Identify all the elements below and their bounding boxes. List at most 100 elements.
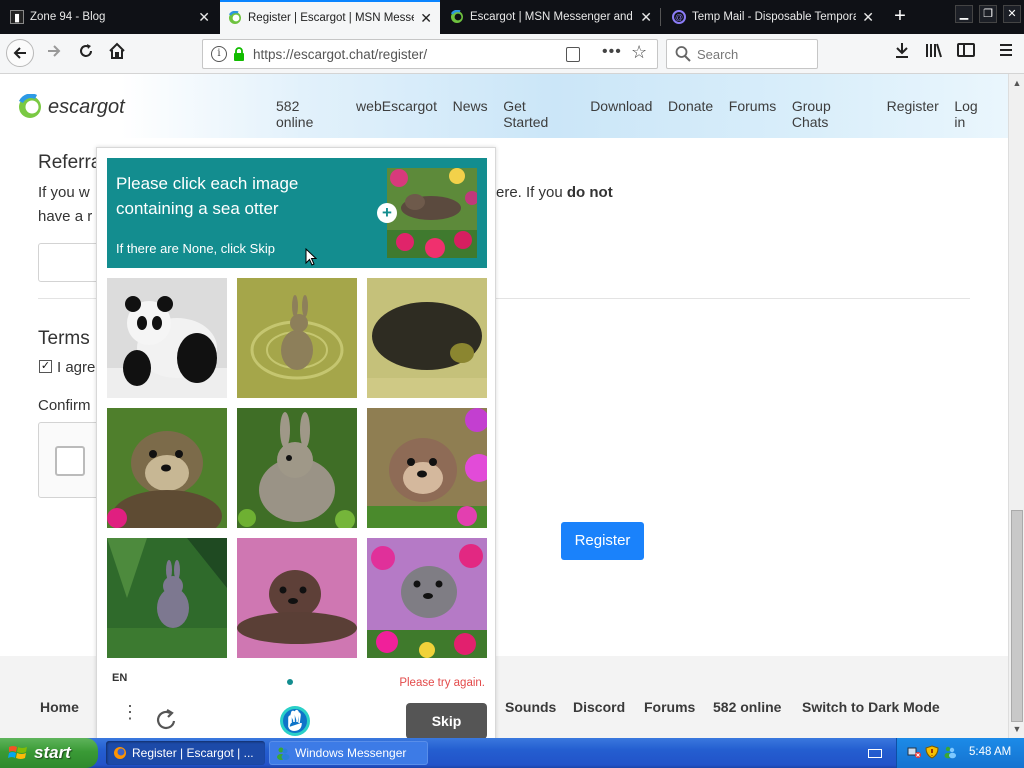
scroll-thumb[interactable] — [1011, 510, 1023, 722]
tab-close-icon[interactable]: ✕ — [198, 9, 210, 26]
footer-home-link[interactable]: Home — [40, 699, 79, 715]
scroll-down-icon[interactable]: ▼ — [1010, 722, 1024, 736]
network-warning-icon[interactable] — [907, 745, 921, 759]
referral-text-right-prefix: ere. If you — [496, 184, 567, 201]
url-bar[interactable]: i https://escargot.chat/register/ ••• ☆ — [202, 39, 658, 69]
footer-discord-link[interactable]: Discord — [573, 699, 625, 715]
terms-heading: Terms — [38, 328, 90, 349]
nav-get-started[interactable]: Get Started — [503, 98, 574, 130]
tab-close-icon[interactable]: ✕ — [420, 10, 432, 27]
bookmark-star-icon[interactable]: ☆ — [631, 42, 647, 63]
library-button[interactable] — [922, 42, 946, 66]
footer-online-count[interactable]: 582 online — [713, 699, 781, 715]
captcha-progress-dot — [287, 679, 293, 685]
referral-heading: Referra — [38, 152, 102, 173]
menu-button[interactable] — [994, 42, 1018, 66]
referral-text-right: ere. If you do not — [496, 184, 613, 201]
nav-register[interactable]: Register — [887, 98, 939, 130]
captcha-header: Please click each image containing a sea… — [107, 158, 487, 268]
tab-zone94-blog[interactable]: ▮ Zone 94 - Blog ✕ — [2, 2, 218, 32]
sidebar-button[interactable] — [954, 42, 978, 66]
captcha-tile-8[interactable] — [237, 538, 357, 658]
captcha-example-image[interactable] — [387, 168, 477, 258]
captcha-image-grid — [107, 278, 487, 658]
expand-example-icon[interactable]: + — [377, 203, 397, 223]
captcha-refresh-icon[interactable] — [155, 708, 179, 732]
minimize-window-button[interactable]: ▁ — [955, 5, 973, 23]
taskbar-item-firefox[interactable]: Register | Escargot | ... — [106, 741, 265, 765]
forward-arrow-icon — [48, 45, 61, 57]
page-scrollbar[interactable]: ▲ ▼ — [1008, 74, 1024, 738]
nav-log-in[interactable]: Log in — [954, 98, 992, 130]
taskbar-item-windows-messenger[interactable]: Windows Messenger — [269, 741, 428, 765]
download-icon — [896, 43, 908, 58]
start-button[interactable]: start — [0, 738, 98, 768]
escargot-favicon-icon — [450, 10, 464, 24]
keyboard-layout-icon[interactable] — [868, 749, 882, 758]
security-shield-icon[interactable] — [925, 745, 939, 759]
tab-title: Register | Escargot | MSN Messenger — [248, 12, 414, 24]
hamburger-menu-icon — [1000, 44, 1012, 56]
captcha-tile-9[interactable] — [367, 538, 487, 658]
home-button[interactable] — [105, 42, 129, 66]
captcha-tile-1[interactable] — [107, 278, 227, 398]
tab-temp-mail[interactable]: @ Temp Mail - Disposable Temporary Email… — [664, 2, 882, 32]
reload-button[interactable] — [74, 42, 98, 66]
captcha-tile-6[interactable] — [367, 408, 487, 528]
browser-tab-strip: ▮ Zone 94 - Blog ✕ Register | Escargot |… — [0, 0, 1024, 34]
captcha-menu-icon[interactable]: ⋮ — [121, 703, 139, 731]
reader-view-icon[interactable] — [566, 47, 580, 62]
captcha-tile-7[interactable] — [107, 538, 227, 658]
captcha-tile-2[interactable] — [237, 278, 357, 398]
nav-download[interactable]: Download — [590, 98, 652, 130]
nav-group-chats[interactable]: Group Chats — [792, 98, 871, 130]
new-tab-button[interactable]: + — [888, 4, 912, 28]
register-button[interactable]: Register — [561, 522, 644, 560]
tab-close-icon[interactable]: ✕ — [862, 9, 874, 26]
reload-icon — [80, 44, 92, 57]
site-info-icon[interactable]: i — [211, 46, 227, 62]
rabbit-image — [237, 408, 357, 528]
page-actions-icon[interactable]: ••• — [602, 43, 622, 61]
scroll-up-icon[interactable]: ▲ — [1010, 76, 1024, 90]
search-bar[interactable]: Search — [666, 39, 818, 69]
captcha-tile-4[interactable] — [107, 408, 227, 528]
verify-human-checkbox[interactable] — [55, 446, 85, 476]
windows-logo-icon — [8, 746, 27, 759]
tab-title: Temp Mail - Disposable Temporary Email — [692, 11, 857, 23]
nav-news[interactable]: News — [453, 98, 488, 130]
footer-forums-link[interactable]: Forums — [644, 699, 695, 715]
captcha-tile-5[interactable] — [237, 408, 357, 528]
downloads-button[interactable] — [890, 42, 914, 66]
back-button[interactable] — [6, 39, 34, 67]
captcha-skip-button[interactable]: Skip — [406, 703, 487, 739]
site-logo[interactable]: escargot — [18, 94, 125, 120]
site-nav: 582 online webEscargot News Get Started … — [276, 98, 1008, 130]
footer-sounds-link[interactable]: Sounds — [505, 699, 556, 715]
referral-text-line1: If you w — [38, 184, 90, 201]
tab-register-escargot[interactable]: Register | Escargot | MSN Messenger ✕ — [220, 0, 440, 34]
forward-button[interactable] — [42, 42, 66, 66]
captcha-provider-logo-icon[interactable] — [279, 705, 311, 737]
tab-escargot-msn[interactable]: Escargot | MSN Messenger and Windows Liv… — [442, 2, 660, 32]
url-text[interactable]: https://escargot.chat/register/ — [253, 47, 427, 62]
nav-webescargot[interactable]: webEscargot — [356, 98, 437, 130]
agree-checkbox[interactable]: ✓ — [39, 360, 52, 373]
referral-text-line2: have a r — [38, 208, 93, 225]
messenger-tray-icon[interactable] — [943, 745, 957, 759]
lock-icon[interactable] — [233, 47, 245, 61]
escargot-logo-icon — [18, 94, 41, 118]
captcha-tile-3[interactable] — [367, 278, 487, 398]
tab-close-icon[interactable]: ✕ — [640, 9, 652, 26]
close-window-button[interactable]: ✕ — [1003, 5, 1021, 23]
footer-dark-mode-link[interactable]: Switch to Dark Mode — [802, 699, 940, 715]
tab-title: Escargot | MSN Messenger and Windows Liv… — [470, 11, 634, 23]
captcha-error-message: Please try again. — [399, 677, 485, 689]
library-icon — [926, 43, 942, 58]
brand-name: escargot — [48, 95, 125, 118]
captcha-language-selector[interactable]: EN — [112, 672, 127, 684]
nav-online-count[interactable]: 582 online — [276, 98, 340, 130]
restore-window-button[interactable]: ❐ — [979, 5, 997, 23]
nav-donate[interactable]: Donate — [668, 98, 713, 130]
nav-forums[interactable]: Forums — [729, 98, 776, 130]
